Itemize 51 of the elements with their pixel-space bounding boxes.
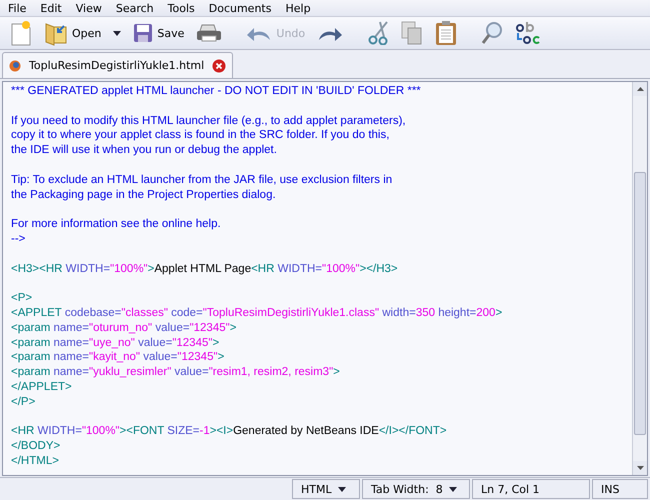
code-line: <H3><HR WIDTH="100%">Applet HTML Page<HR WIDTH="100%"></H3> (11, 262, 399, 276)
printer-icon (196, 23, 222, 43)
menu-item[interactable]: Help (277, 2, 317, 14)
new-document-icon (10, 20, 32, 46)
scroll-thumb[interactable] (634, 172, 646, 435)
status-field[interactable]: Tab Width: 8 (362, 479, 470, 499)
code-line: For more information see the online help. (11, 217, 222, 232)
code-line: --> (11, 232, 26, 247)
code-line: </P> (11, 394, 36, 410)
file-tab[interactable]: TopluResimDegistirliYukle1.html (2, 52, 234, 78)
code-line: <param name="kayit_no" value="12345"> (11, 350, 226, 366)
caret-icon (113, 30, 122, 36)
menu-item[interactable]: View (68, 2, 108, 14)
copy-pages-icon (401, 21, 424, 45)
scissors-icon (367, 21, 390, 45)
menu-item[interactable]: Documents (200, 2, 278, 14)
scroll-down-icon[interactable] (636, 466, 644, 470)
code-line: Tip: To exclude an HTML launcher from the JAR file, use exclusion filters in (11, 172, 394, 188)
caret-icon (448, 486, 457, 492)
status-field: INS (592, 479, 648, 499)
code-line: <APPLET codebase="classes" code="TopluResimDegistirliYukle1.class" width=350 height=200> (11, 306, 504, 321)
code-line: copy it to where your applet class is found in the SRC folder. If you do this, (11, 128, 390, 144)
scrollbar[interactable] (632, 82, 647, 475)
tab-label: TopluResimDegistirliYukle1.html (29, 59, 204, 72)
code-line: <HR WIDTH="100%"><FONT SIZE=-1><I>Generated by NetBeans IDE</I></FONT> (11, 424, 448, 440)
code-line: If you need to modify this HTML launcher file (e.g., to add applet parameters), (11, 114, 407, 128)
code-line: </APPLET> (11, 380, 73, 395)
code-line: </BODY> (11, 439, 62, 454)
menu-item[interactable]: File (2, 2, 32, 14)
menu-item[interactable]: Edit (32, 2, 68, 14)
code-line: <P> (11, 291, 34, 306)
menu-item[interactable]: Search (108, 2, 160, 14)
code-line: *** GENERATED applet HTML launcher - DO NOT EDIT IN 'BUILD' FOLDER *** (11, 84, 422, 99)
code-line: <param name="yuklu_resimler" value="resim1, resim2, resim3"> (11, 365, 341, 380)
code-line: the Packaging page in the Project Properties dialog. (11, 188, 277, 202)
search-icon (481, 21, 504, 45)
close-icon[interactable] (212, 58, 226, 72)
code-line: <param name="uye_no" value="12345"> (11, 336, 220, 350)
save-button[interactable]: Save (129, 19, 188, 47)
clipboard-icon (435, 20, 458, 46)
replace-icon (515, 20, 542, 46)
code-line: <param name="oturum_no" value="12345"> (11, 320, 238, 336)
code-line: the IDE will use it when you run or debug the applet. (11, 143, 278, 158)
globe-icon (9, 60, 21, 72)
open-button[interactable]: Open (40, 19, 106, 47)
caret-icon (338, 486, 346, 492)
status-field: Ln 7, Col 1 (472, 479, 590, 499)
scroll-up-icon[interactable] (636, 87, 644, 91)
status-field[interactable]: HTML (292, 479, 360, 499)
menu-item[interactable]: Tools (160, 2, 201, 14)
code-line: </HTML> (11, 454, 60, 469)
